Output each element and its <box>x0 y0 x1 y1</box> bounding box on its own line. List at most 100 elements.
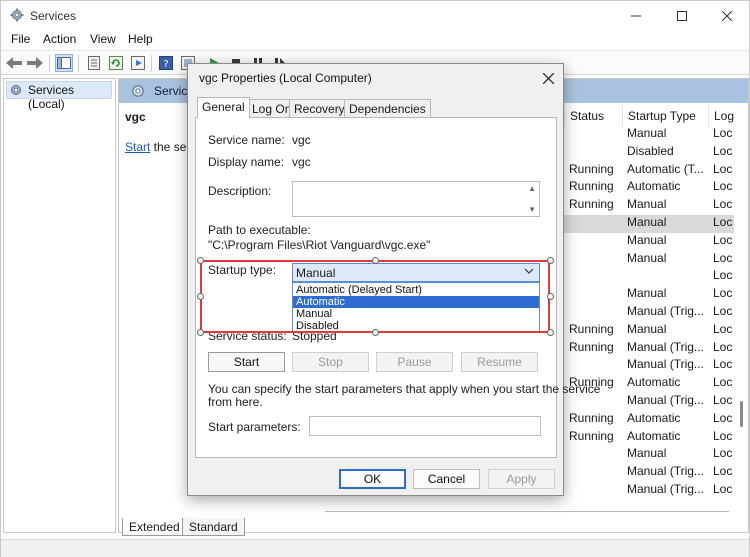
stop-button-label: Stop <box>318 355 343 369</box>
horizontal-scrollbar[interactable] <box>325 511 729 512</box>
pause-button[interactable]: Pause <box>376 352 453 372</box>
resize-handle <box>547 293 554 300</box>
back-arrow-icon[interactable] <box>5 54 23 72</box>
ok-button-label: OK <box>363 472 382 486</box>
cell-startup: Manual (Trig... <box>627 339 704 354</box>
menu-bar: File Action View Help <box>1 31 749 49</box>
selected-service-name: vgc <box>125 110 146 124</box>
cell-status: Running <box>569 197 614 212</box>
tab-extended[interactable]: Extended <box>122 518 187 536</box>
table-row[interactable]: Manual Loc <box>564 233 734 251</box>
svg-text:?: ? <box>163 59 168 70</box>
cell-status: Running <box>569 428 614 443</box>
refresh-icon[interactable] <box>107 54 125 72</box>
minimize-button[interactable] <box>613 1 659 31</box>
toolbar-separator <box>151 55 152 72</box>
resize-handle <box>372 257 379 264</box>
display-name-value: vgc <box>292 155 311 169</box>
table-row[interactable]: Manual Loc <box>564 286 734 304</box>
vertical-scrollbar[interactable] <box>734 79 748 532</box>
resume-button[interactable]: Resume <box>461 352 538 372</box>
cell-startup: Manual <box>627 250 667 265</box>
apply-button[interactable]: Apply <box>488 469 555 489</box>
start-service-link[interactable]: Start <box>125 140 150 154</box>
tab-general[interactable]: General <box>197 97 250 118</box>
table-row[interactable]: Running Manual (Trig... Loc <box>564 340 734 358</box>
tab-recovery[interactable]: Recovery <box>289 99 350 118</box>
table-row[interactable]: Disabled Loc <box>564 144 734 162</box>
table-row[interactable]: Running Automatic Loc <box>564 429 734 447</box>
table-row[interactable]: Manual Loc <box>564 215 734 233</box>
table-row[interactable]: Running Automatic Loc <box>564 411 734 429</box>
ok-button[interactable]: OK <box>339 469 406 489</box>
menu-file[interactable]: File <box>11 32 30 46</box>
start-params-input[interactable] <box>309 416 541 436</box>
show-hide-tree-icon[interactable] <box>55 54 73 72</box>
table-row[interactable]: Loc <box>564 268 734 286</box>
scroll-up-icon[interactable]: ▲ <box>528 184 536 193</box>
table-row[interactable]: Running Manual Loc <box>564 197 734 215</box>
status-bar <box>1 539 749 557</box>
menu-view[interactable]: View <box>90 32 116 46</box>
display-name-label: Display name: <box>208 155 285 169</box>
window-title: Services <box>30 9 77 23</box>
menu-action[interactable]: Action <box>43 32 76 46</box>
highlight-box <box>200 260 550 333</box>
dialog-title: vgc Properties (Local Computer) <box>199 71 372 85</box>
cell-startup: Manual <box>627 286 667 301</box>
table-row[interactable]: Running Automatic (T... Loc <box>564 162 734 180</box>
column-header-row: Status Startup Type Log <box>564 105 734 127</box>
table-row[interactable]: Manual (Trig... Loc <box>564 357 734 375</box>
start-params-hint-line2: from here. <box>208 395 263 409</box>
cell-startup: Manual (Trig... <box>627 482 704 496</box>
table-row[interactable]: Manual (Trig... Loc <box>564 464 734 482</box>
table-row[interactable]: Running Manual Loc <box>564 322 734 340</box>
tab-standard[interactable]: Standard <box>182 518 245 536</box>
cancel-button[interactable]: Cancel <box>413 469 480 489</box>
export-list-icon[interactable] <box>129 54 147 72</box>
cell-startup: Manual (Trig... <box>627 357 704 372</box>
tab-dependencies[interactable]: Dependencies <box>344 99 431 118</box>
cell-startup: Automatic (T... <box>627 161 704 176</box>
start-button[interactable]: Start <box>208 352 285 372</box>
cancel-button-label: Cancel <box>427 472 466 486</box>
start-params-label: Start parameters: <box>208 420 301 434</box>
column-header-status[interactable]: Status <box>564 105 620 127</box>
tree-item-services-local[interactable]: Services (Local) <box>6 81 112 111</box>
table-row[interactable]: Manual Loc <box>564 126 734 144</box>
properties-dialog: vgc Properties (Local Computer) General … <box>187 63 600 496</box>
table-row[interactable]: Manual (Trig... Loc <box>564 482 734 500</box>
toolbar-separator <box>78 55 79 72</box>
tree-item-label: Services (Local) <box>28 83 75 111</box>
description-label: Description: <box>208 184 272 198</box>
cell-status: Running <box>569 321 614 336</box>
column-header-startup-type[interactable]: Startup Type <box>622 105 708 127</box>
path-label: Path to executable: <box>208 223 311 237</box>
table-row[interactable]: Running Automatic Loc <box>564 179 734 197</box>
help-icon[interactable]: ? <box>157 54 175 72</box>
cell-startup: Disabled <box>627 143 674 158</box>
scrollbar-thumb[interactable] <box>740 401 743 427</box>
scroll-down-icon[interactable]: ▼ <box>528 205 536 214</box>
cell-startup: Manual <box>627 126 667 140</box>
apply-button-label: Apply <box>506 472 537 486</box>
menu-help[interactable]: Help <box>128 32 153 46</box>
cell-startup: Manual <box>627 197 667 212</box>
start-service-line: Start the serv <box>125 140 196 154</box>
general-tab-panel: Service name: vgc Display name: vgc Desc… <box>195 117 600 458</box>
cell-startup: Manual <box>627 446 667 461</box>
maximize-button[interactable] <box>659 1 705 31</box>
description-box[interactable]: ▲ ▼ <box>292 181 540 217</box>
service-name-value: vgc <box>292 133 311 147</box>
close-window-button[interactable] <box>704 1 750 31</box>
forward-arrow-icon[interactable] <box>26 54 44 72</box>
stop-button[interactable]: Stop <box>292 352 369 372</box>
table-row[interactable]: Manual Loc <box>564 251 734 269</box>
title-bar: Services <box>1 1 749 31</box>
close-icon[interactable] <box>537 67 559 89</box>
cell-status: Running <box>569 179 614 194</box>
table-row[interactable]: Manual (Trig... Loc <box>564 304 734 322</box>
view-tabs: Extended Standard <box>118 518 418 536</box>
table-row[interactable]: Manual Loc <box>564 446 734 464</box>
properties-icon[interactable] <box>85 54 103 72</box>
